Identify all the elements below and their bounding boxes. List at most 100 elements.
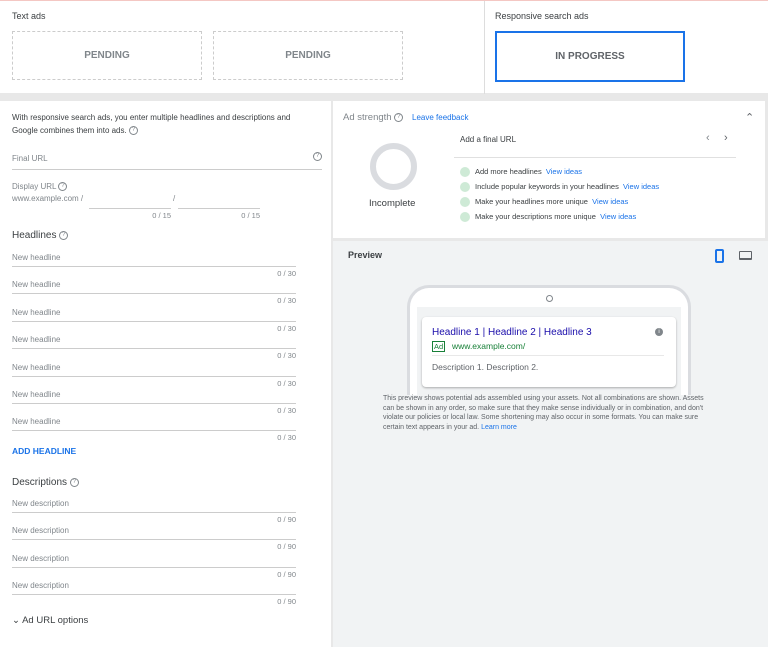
divider [12, 320, 296, 322]
divider [12, 348, 296, 350]
preview-panel: Preview Headline 1 | Headline 2 | Headli… [333, 241, 768, 647]
preview-title: Preview [348, 250, 383, 260]
help-icon[interactable]: ? [59, 230, 69, 240]
headlines-input[interactable]: New headline [12, 335, 60, 344]
desktop-device-icon[interactable] [739, 251, 752, 260]
help-icon[interactable]: ? [58, 182, 68, 192]
final-url-input[interactable]: Final URL [12, 154, 48, 163]
char-count: 0 / 90 [277, 542, 296, 552]
title: Headlines [12, 230, 57, 241]
tip-text: Make your headlines more unique [475, 197, 588, 206]
view-ideas-link[interactable]: View ideas [623, 182, 659, 191]
view-ideas-link[interactable]: View ideas [592, 197, 628, 206]
status-dot-icon [460, 197, 470, 208]
headlines-input[interactable]: New headline [12, 308, 60, 317]
headlines-input[interactable]: New headline [12, 253, 60, 262]
ad-badge: Ad [432, 341, 446, 352]
text-ads-label: Text ads [12, 11, 46, 21]
tip-text: Make your descriptions more unique [475, 212, 596, 221]
tip-text: Add more headlines [475, 167, 542, 176]
rsa-label: Responsive search ads [495, 11, 589, 21]
phone-frame: Headline 1 | Headline 2 | Headline 3 i A… [407, 285, 691, 395]
label: Display URL [12, 182, 57, 191]
char-count: 0 / 90 [277, 597, 296, 607]
slash: / [173, 194, 176, 203]
intro: With responsive search ads, you enter mu… [12, 113, 291, 135]
help-icon[interactable]: ? [128, 126, 138, 136]
tip-text: Include popular keywords in your headlin… [475, 182, 619, 191]
divider [12, 594, 296, 596]
disclaimer-text: This preview shows potential ads assembl… [383, 395, 704, 431]
chevron-down-icon: ⌄ [12, 615, 20, 626]
text-ad-pending-1[interactable]: PENDING [12, 31, 202, 80]
char-count: 0 / 90 [277, 569, 296, 579]
status-dot-icon [460, 182, 470, 193]
view-ideas-link[interactable]: View ideas [600, 212, 636, 221]
add-headline-button[interactable]: ADD HEADLINE [12, 446, 76, 456]
descriptions-title: Descriptions ? [12, 477, 79, 488]
char-count: 0 / 30 [277, 406, 296, 415]
headlines-input[interactable]: New headline [12, 390, 60, 399]
headlines-title: Headlines ? [12, 230, 69, 241]
char-count: 0 / 30 [277, 351, 296, 361]
strength-ring [370, 143, 417, 190]
help-icon[interactable]: ? [69, 477, 79, 487]
learn-more-link[interactable]: Learn more [481, 424, 517, 431]
ad-strength-title: Ad strength ? [343, 112, 404, 123]
char-count: 0 / 30 [277, 378, 296, 388]
rsa-form: With responsive search ads, you enter mu… [0, 101, 331, 647]
info-icon[interactable]: i [655, 328, 663, 336]
char-count: 0 / 30 [277, 323, 296, 333]
path2-input[interactable] [178, 208, 260, 209]
descriptions-input[interactable]: New description [12, 554, 69, 563]
help-icon[interactable]: ? [394, 112, 404, 122]
strength-status: Incomplete [369, 198, 416, 209]
ad-url-options-toggle[interactable]: ⌄ Ad URL options [12, 615, 88, 626]
descriptions-input[interactable]: New description [12, 581, 69, 590]
strength-tip: Include popular keywords in your headlin… [460, 179, 659, 194]
divider [12, 539, 296, 541]
text-ad-pending-2[interactable]: PENDING [213, 31, 403, 80]
divider [12, 512, 296, 513]
path2-count: 0 / 15 [241, 211, 260, 220]
current-tip: Add a final URL [460, 135, 517, 144]
divider [12, 403, 296, 404]
ad-strength-panel: Ad strength ? Leave feedback ⌃ Incomplet… [333, 101, 765, 238]
display-url-label: Display URL ? [12, 182, 68, 192]
ad-url: www.example.com/ [452, 341, 526, 351]
divider [12, 266, 296, 267]
intro-text: With responsive search ads, you enter mu… [12, 111, 312, 137]
prev-tip-icon[interactable]: ‹ [706, 132, 710, 144]
leave-feedback-link[interactable]: Leave feedback [412, 113, 469, 122]
descriptions-input[interactable]: New description [12, 526, 69, 535]
help-icon[interactable]: ? [313, 152, 322, 161]
title: Ad strength [343, 112, 392, 123]
path1-input[interactable] [89, 208, 171, 209]
headlines-input[interactable]: New headline [12, 280, 60, 289]
path1-count: 0 / 15 [152, 211, 171, 220]
display-domain: www.example.com / [12, 194, 84, 203]
headlines-input[interactable]: New headline [12, 417, 60, 426]
rsa-in-progress[interactable]: IN PROGRESS [495, 31, 685, 82]
ad-type-selector: Text ads PENDING PENDING Responsive sear… [0, 0, 768, 94]
strength-tip: Add more headlines View ideas [460, 164, 659, 179]
status-dot-icon [460, 167, 470, 178]
collapse-icon[interactable]: ⌃ [745, 111, 754, 124]
divider [12, 430, 296, 432]
divider [12, 293, 296, 295]
preview-disclaimer: This preview shows potential ads assembl… [383, 394, 713, 432]
next-tip-icon[interactable]: › [724, 132, 728, 144]
title: Descriptions [12, 477, 68, 488]
phone-screen: Headline 1 | Headline 2 | Headline 3 i A… [417, 307, 681, 395]
label: Ad URL options [22, 615, 89, 626]
divider [432, 355, 664, 356]
char-count: 0 / 90 [277, 515, 296, 524]
char-count: 0 / 30 [277, 269, 296, 278]
ad-headline[interactable]: Headline 1 | Headline 2 | Headline 3 [432, 327, 592, 338]
headlines-input[interactable]: New headline [12, 363, 60, 372]
char-count: 0 / 30 [277, 433, 296, 443]
mobile-device-icon[interactable] [715, 249, 724, 263]
descriptions-input[interactable]: New description [12, 499, 69, 508]
ad-preview-card: Headline 1 | Headline 2 | Headline 3 i A… [422, 317, 676, 387]
view-ideas-link[interactable]: View ideas [546, 167, 582, 176]
